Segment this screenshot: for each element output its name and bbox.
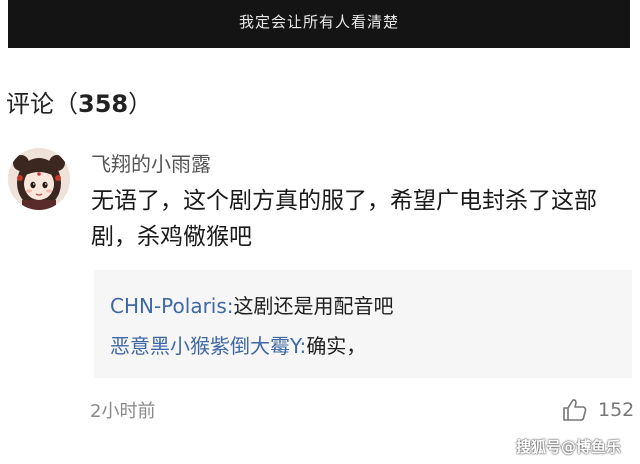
comments-label: 评论 bbox=[6, 90, 54, 118]
reply-text: 这剧还是用配音吧 bbox=[233, 294, 394, 318]
comments-header: 评论（358） bbox=[6, 84, 152, 119]
reply-box[interactable]: CHN-Polaris:这剧还是用配音吧 恶意黑小猴紫倒大霉Y:确实， bbox=[94, 270, 632, 378]
video-player-strip[interactable]: 我定会让所有人看清楚 bbox=[8, 0, 630, 48]
avatar[interactable] bbox=[8, 148, 70, 210]
comments-paren-open: （ bbox=[54, 90, 78, 118]
avatar-girl-icon bbox=[8, 148, 70, 210]
comment-timestamp: 2小时前 bbox=[90, 401, 156, 422]
thumbs-up-icon bbox=[563, 399, 587, 421]
reply-text: 确实， bbox=[306, 334, 367, 358]
comments-count: 358 bbox=[78, 90, 129, 118]
reply-item[interactable]: 恶意黑小猴紫倒大霉Y:确实， bbox=[110, 330, 366, 359]
like-button[interactable]: 152 bbox=[562, 395, 634, 425]
reply-item[interactable]: CHN-Polaris:这剧还是用配音吧 bbox=[110, 290, 394, 319]
comment-username[interactable]: 飞翔的小雨露 bbox=[91, 148, 211, 177]
reply-username[interactable]: CHN-Polaris: bbox=[110, 294, 234, 318]
comment-text: 无语了，这个剧方真的服了，希望广电封杀了这部剧，杀鸡儆猴吧 bbox=[91, 188, 597, 250]
comments-paren-close: ） bbox=[128, 90, 153, 118]
video-subtitle: 我定会让所有人看清楚 bbox=[238, 13, 399, 31]
like-count: 152 bbox=[598, 399, 635, 421]
reply-username[interactable]: 恶意黑小猴紫倒大霉Y: bbox=[110, 334, 306, 358]
watermark: 搜狐号@博鱼乐 bbox=[516, 438, 622, 456]
